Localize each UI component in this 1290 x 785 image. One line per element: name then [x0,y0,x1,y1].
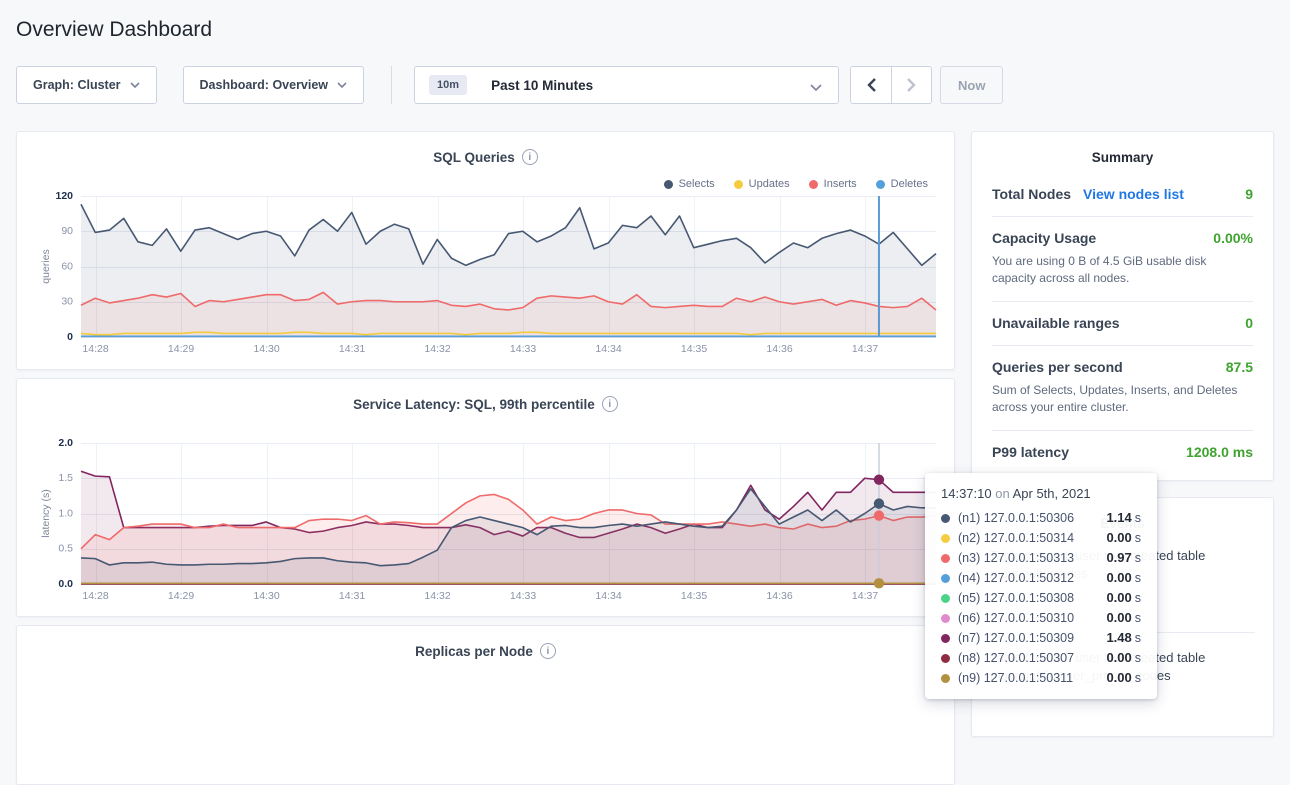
service-latency-card: Service Latency: SQL, 99th percentile i [16,378,955,617]
node-color-dot [941,574,950,583]
sql-queries-card: SQL Queries i SelectsUpdatesInsertsDelet… [16,131,955,370]
unavailable-ranges-value: 0 [1245,315,1253,331]
node-color-dot [941,634,950,643]
node-color-dot [941,534,950,543]
info-icon[interactable]: i [602,396,618,412]
charts-column: SQL Queries i SelectsUpdatesInsertsDelet… [16,131,955,785]
node-color-dot [941,514,950,523]
chevron-down-icon [810,80,822,94]
toolbar-divider [391,66,392,104]
dashboard-dropdown[interactable]: Dashboard: Overview [183,66,365,104]
tooltip-node-row: (n1) 127.0.0.1:503061.14s [941,508,1141,528]
capacity-usage-label: Capacity Usage [992,230,1096,246]
queries-per-second-value: 87.5 [1226,359,1253,375]
summary-heading: Summary [992,132,1253,173]
info-icon[interactable]: i [522,149,538,165]
tooltip-node-row: (n2) 127.0.0.1:503140.00s [941,528,1141,548]
tooltip-node-row: (n7) 127.0.0.1:503091.48s [941,628,1141,648]
chevron-down-icon [337,82,347,88]
page-title: Overview Dashboard [16,18,1274,42]
capacity-usage-desc: You are using 0 B of 4.5 GiB usable disk… [992,253,1253,287]
total-nodes-value: 9 [1245,186,1253,202]
node-color-dot [941,654,950,663]
chevron-left-icon [867,78,876,92]
capacity-usage-value: 0.00% [1213,230,1253,246]
time-forward-button[interactable] [891,67,931,103]
service-latency-title: Service Latency: SQL, 99th percentile [353,397,595,412]
dashboard-toolbar: Graph: Cluster Dashboard: Overview 10m P… [16,66,1274,104]
tooltip-timestamp: 14:37:10 on Apr 5th, 2021 [941,486,1141,501]
sql-queries-title: SQL Queries [433,150,515,165]
dashboard-dropdown-label: Dashboard: Overview [200,78,329,92]
queries-per-second-desc: Sum of Selects, Updates, Inserts, and De… [992,382,1253,416]
time-range-picker[interactable]: 10m Past 10 Minutes [414,66,839,104]
time-range-badge: 10m [429,75,467,95]
queries-per-second-label: Queries per second [992,359,1123,375]
tooltip-node-row: (n9) 127.0.0.1:503110.00s [941,668,1141,688]
view-nodes-list-link[interactable]: View nodes list [1083,186,1184,202]
node-color-dot [941,674,950,683]
summary-row-p99: P99 latency 1208.0 ms [992,430,1253,474]
p99-latency-label: P99 latency [992,444,1069,460]
tooltip-node-row: (n5) 127.0.0.1:503080.00s [941,588,1141,608]
replicas-per-node-card: Replicas per Node i [16,625,955,785]
replicas-per-node-title: Replicas per Node [415,644,533,659]
tooltip-node-row: (n3) 127.0.0.1:503130.97s [941,548,1141,568]
tooltip-node-row: (n8) 127.0.0.1:503070.00s [941,648,1141,668]
time-back-button[interactable] [851,67,891,103]
chevron-down-icon [130,82,140,88]
tooltip-node-row: (n4) 127.0.0.1:503120.00s [941,568,1141,588]
time-step-buttons [850,66,932,104]
summary-row-unavailable-ranges: Unavailable ranges 0 [992,301,1253,345]
now-button[interactable]: Now [940,66,1003,104]
summary-row-capacity: Capacity Usage 0.00% You are using 0 B o… [992,216,1253,301]
service-latency-chart[interactable] [33,435,962,610]
summary-row-total-nodes: Total Nodes View nodes list 9 [992,173,1253,216]
p99-latency-value: 1208.0 ms [1186,444,1253,460]
total-nodes-label: Total Nodes [992,186,1071,202]
summary-panel: Summary Total Nodes View nodes list 9 Ca… [971,131,1274,481]
chevron-right-icon [907,78,916,92]
time-range-label: Past 10 Minutes [491,78,593,93]
info-icon[interactable]: i [540,643,556,659]
summary-row-qps: Queries per second 87.5 Sum of Selects, … [992,345,1253,430]
tooltip-node-row: (n6) 127.0.0.1:503100.00s [941,608,1141,628]
graph-dropdown-label: Graph: Cluster [33,78,121,92]
node-color-dot [941,554,950,563]
unavailable-ranges-label: Unavailable ranges [992,315,1120,331]
node-color-dot [941,594,950,603]
node-color-dot [941,614,950,623]
graph-dropdown[interactable]: Graph: Cluster [16,66,157,104]
chart-hover-tooltip: 14:37:10 on Apr 5th, 2021 (n1) 127.0.0.1… [925,473,1157,699]
sql-queries-chart[interactable] [33,188,962,363]
